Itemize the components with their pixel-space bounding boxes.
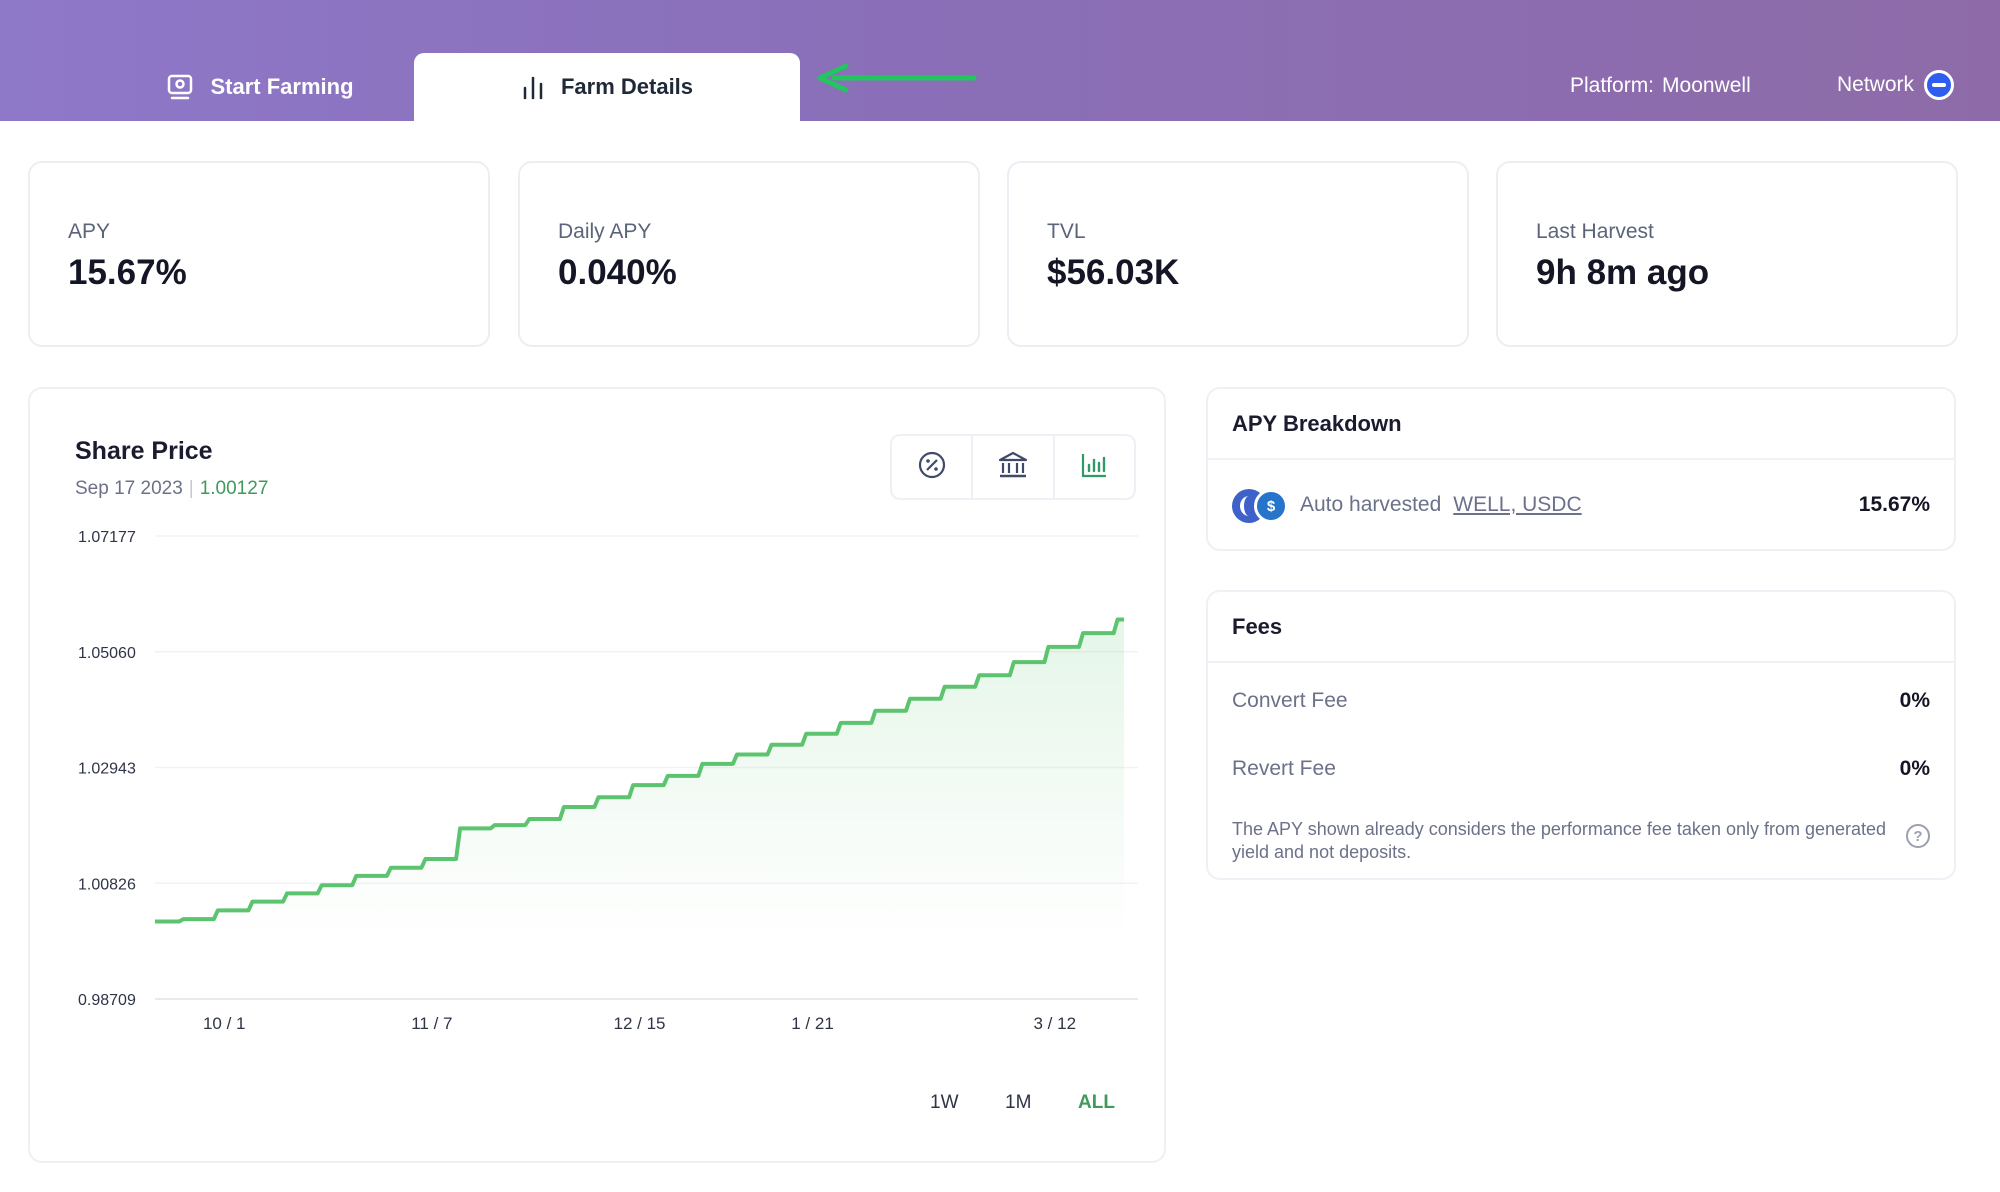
network-icon bbox=[1924, 70, 1955, 100]
apy-breakdown-row: $ Auto harvested WELL, USDC 15.67% bbox=[1232, 485, 1930, 525]
divider bbox=[1208, 661, 1954, 663]
fee-value: 0% bbox=[1899, 689, 1930, 712]
fee-note: The APY shown already considers the perf… bbox=[1232, 819, 1887, 862]
farm-icon bbox=[166, 73, 194, 101]
annotation-arrow bbox=[817, 63, 977, 93]
stat-label: Last Harvest bbox=[1536, 220, 1654, 243]
x-tick-label: 12 / 15 bbox=[614, 1014, 666, 1033]
x-tick-label: 3 / 12 bbox=[1034, 1014, 1077, 1033]
platform-value: Moonwell bbox=[1662, 74, 1751, 97]
usdc-token-icon: $ bbox=[1254, 489, 1288, 523]
panel-title: APY Breakdown bbox=[1232, 411, 1402, 436]
apy-source-label: Auto harvested bbox=[1300, 493, 1442, 516]
tab-label: Farm Details bbox=[560, 74, 694, 99]
chart-area-fill bbox=[155, 619, 1124, 939]
stat-card-last-harvest: Last Harvest 9h 8m ago bbox=[1496, 161, 1958, 347]
stat-card-daily-apy: Daily APY 0.040% bbox=[518, 161, 980, 347]
stat-label: Daily APY bbox=[558, 220, 652, 243]
fee-label: Convert Fee bbox=[1232, 689, 1348, 712]
y-tick-label: 1.07177 bbox=[78, 529, 136, 546]
tab-start-farming[interactable]: Start Farming bbox=[110, 53, 410, 121]
y-tick-label: 0.98709 bbox=[78, 992, 136, 1009]
tab-farm-details[interactable]: Farm Details bbox=[414, 53, 800, 121]
share-price-chart: 1.07177 1.05060 1.02943 1.00826 0.98709 10 /… bbox=[78, 529, 1138, 1033]
stat-label: APY bbox=[68, 220, 111, 243]
tab-label: Start Farming bbox=[210, 74, 354, 99]
stat-value: $56.03K bbox=[1047, 253, 1180, 292]
bar-chart-icon bbox=[521, 74, 545, 100]
y-tick-label: 1.02943 bbox=[78, 761, 136, 778]
share-price-card: Share Price Sep 17 2023 | 1.00127 1.0717… bbox=[28, 387, 1166, 1163]
x-tick-label: 10 / 1 bbox=[203, 1014, 246, 1033]
y-tick-label: 1.05060 bbox=[78, 645, 136, 662]
range-1w-button[interactable]: 1W bbox=[930, 1092, 959, 1114]
help-icon[interactable]: ? bbox=[1906, 824, 1930, 848]
apy-breakdown-value: 15.67% bbox=[1858, 493, 1930, 516]
network-label: Network bbox=[1837, 73, 1915, 96]
divider bbox=[1208, 458, 1954, 460]
top-navigation-bar: Start Farming Farm Details Platform: Moo… bbox=[0, 0, 2000, 121]
fee-value: 0% bbox=[1899, 757, 1930, 780]
apy-breakdown-panel: APY Breakdown $ Auto harvested WELL, USD… bbox=[1206, 387, 1956, 551]
reward-tokens-link[interactable]: WELL, USDC bbox=[1453, 493, 1581, 517]
x-tick-label: 11 / 7 bbox=[411, 1014, 452, 1033]
stat-value: 15.67% bbox=[68, 253, 187, 292]
range-1m-button[interactable]: 1M bbox=[1005, 1092, 1031, 1114]
token-icons: $ bbox=[1232, 487, 1290, 523]
stat-value: 0.040% bbox=[558, 253, 677, 292]
range-all-button[interactable]: ALL bbox=[1078, 1092, 1115, 1114]
stat-value: 9h 8m ago bbox=[1536, 253, 1710, 292]
stat-card-apy: APY 15.67% bbox=[28, 161, 490, 347]
platform-indicator: Platform: Moonwell bbox=[1570, 74, 1751, 98]
stat-label: TVL bbox=[1047, 220, 1086, 243]
x-tick-label: 1 / 21 bbox=[791, 1014, 834, 1033]
fee-label: Revert Fee bbox=[1232, 757, 1336, 780]
fee-row-convert: Convert Fee 0% bbox=[1232, 686, 1930, 716]
y-tick-label: 1.00826 bbox=[78, 876, 136, 893]
panel-title: Fees bbox=[1232, 614, 1283, 639]
network-selector[interactable]: Network bbox=[1837, 70, 1955, 100]
fee-row-revert: Revert Fee 0% bbox=[1232, 754, 1930, 784]
stat-card-tvl: TVL $56.03K bbox=[1007, 161, 1469, 347]
platform-label: Platform: bbox=[1570, 74, 1655, 97]
fees-panel: Fees Convert Fee 0% Revert Fee 0% The AP… bbox=[1206, 590, 1956, 880]
